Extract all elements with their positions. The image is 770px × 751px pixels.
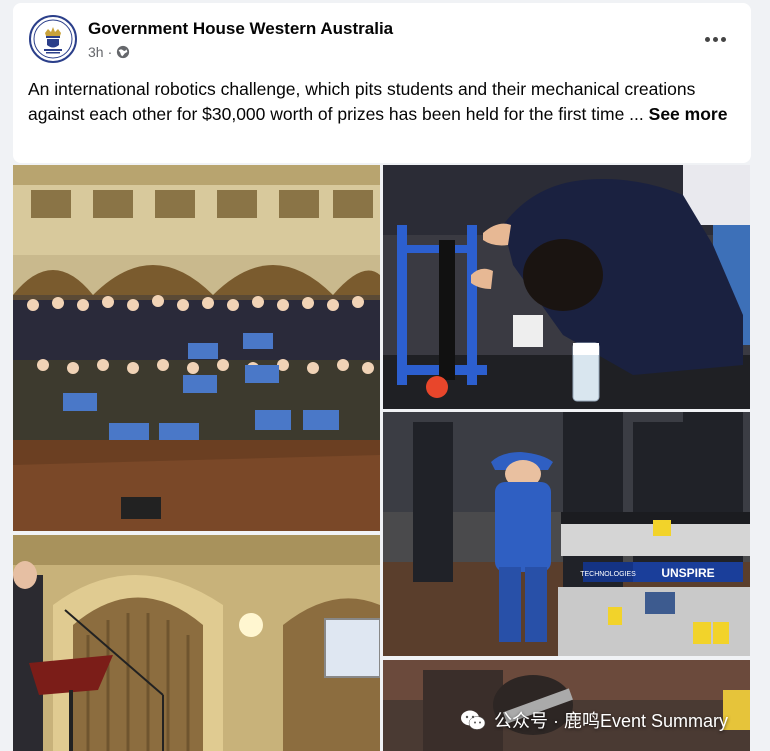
post-body: An international robotics challenge, whi… xyxy=(28,77,733,127)
photo-competition-image: UNSPIRE TECHNOLOGIES xyxy=(383,412,750,656)
photo-event-image xyxy=(383,660,750,751)
photo-robot-image xyxy=(383,165,750,409)
photo-group[interactable] xyxy=(13,165,380,531)
photo-group-image xyxy=(13,165,380,531)
watermark-text: 公众号 · 鹿鸣Event Summary xyxy=(493,711,728,731)
more-options-button[interactable] xyxy=(697,29,733,49)
photo-speaker-image xyxy=(13,535,380,751)
watermark: 公众号 · 鹿鸣Event Summary xyxy=(460,707,728,733)
post-meta: 3h · xyxy=(88,44,130,60)
page-avatar[interactable] xyxy=(29,15,77,63)
post-time[interactable]: 3h xyxy=(88,44,104,60)
page-name[interactable]: Government House Western Australia xyxy=(88,19,393,39)
meta-separator: · xyxy=(107,44,113,60)
photo-event[interactable]: 公众号 · 鹿鸣Event Summary xyxy=(383,660,750,751)
crest-icon xyxy=(33,19,73,59)
see-more-link[interactable]: See more xyxy=(649,104,728,124)
photo-competition[interactable]: UNSPIRE TECHNOLOGIES xyxy=(383,412,750,656)
sign-sub-text: TECHNOLOGIES xyxy=(580,571,636,578)
globe-icon[interactable] xyxy=(116,45,130,59)
photo-speaker[interactable] xyxy=(13,535,380,751)
photo-robot[interactable] xyxy=(383,165,750,409)
wechat-icon xyxy=(460,710,486,730)
post-body-text: An international robotics challenge, whi… xyxy=(28,79,696,124)
post-card: Government House Western Australia 3h · … xyxy=(13,3,751,163)
sign-brand-text: UNSPIRE xyxy=(661,566,714,580)
more-icon xyxy=(704,36,710,42)
